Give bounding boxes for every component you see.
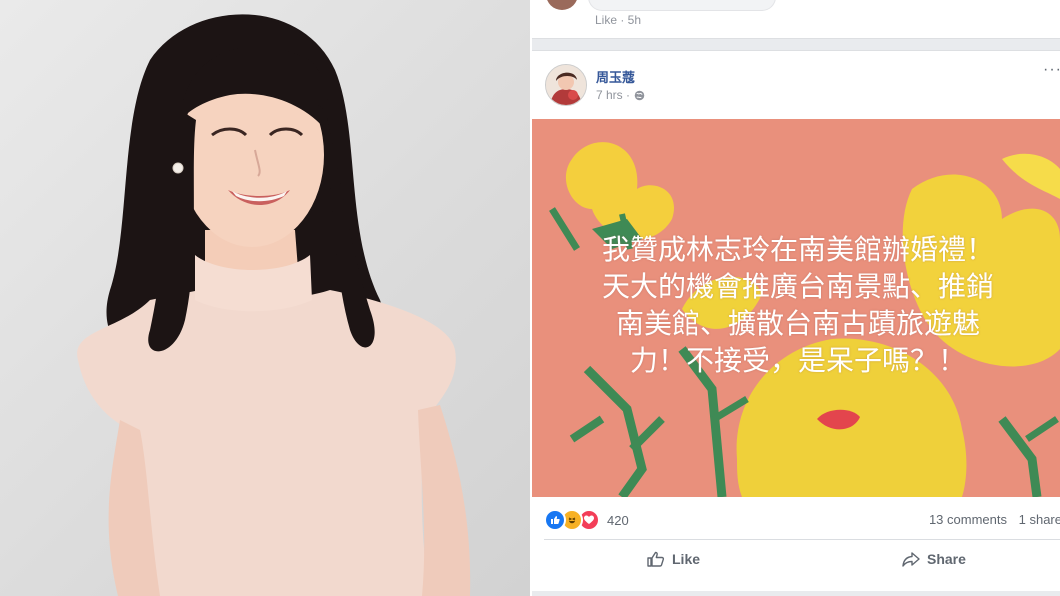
post-text-line: 我贊成林志玲在南美館辦婚禮！ [601, 233, 994, 266]
share-button[interactable]: Share [901, 549, 966, 569]
like-button[interactable]: Like [646, 549, 700, 569]
reaction-count: 420 [607, 512, 629, 528]
previous-comment-card: Like · 5h [532, 0, 1060, 39]
previous-comment-avatar[interactable] [546, 0, 578, 10]
post-stats: 420 13 comments 1 share [532, 497, 1060, 539]
post-actions: Like Share [544, 539, 1060, 582]
globe-icon [634, 90, 645, 100]
like-button-label: Like [672, 551, 701, 567]
post-text-line: 南美館、擴散台南古蹟旅遊魅 [615, 307, 980, 340]
comment-share-counts: 13 comments 1 share [921, 512, 1060, 527]
share-button-label: Share [927, 551, 966, 567]
author-name[interactable]: 周玉蔻 [596, 67, 635, 86]
author-avatar-image [546, 65, 586, 105]
post-timestamp[interactable]: 7 hrs · [596, 88, 645, 102]
post-card: 周玉蔻 7 hrs · ··· [532, 50, 1060, 591]
thumbs-up-icon [647, 551, 665, 567]
share-arrow-icon [902, 552, 920, 567]
previous-comment-bubble [588, 0, 776, 11]
post-time-text[interactable]: 7 hrs · [596, 88, 630, 102]
like-icon [544, 509, 566, 531]
facebook-feed: Like · 5h 周玉蔻 7 hrs · ··· [532, 0, 1060, 596]
post-text-line: 天大的機會推廣台南景點、推銷 [601, 270, 994, 303]
author-avatar[interactable] [545, 64, 587, 106]
previous-comment-meta[interactable]: Like · 5h [595, 13, 641, 27]
post-text: 我贊成林志玲在南美館辦婚禮！ 天大的機會推廣台南景點、推銷 南美館、擴散台南古蹟… [548, 231, 1048, 379]
shares-count-link[interactable]: 1 share [1019, 512, 1060, 527]
post-text-background: 我贊成林志玲在南美館辦婚禮！ 天大的機會推廣台南景點、推銷 南美館、擴散台南古蹟… [532, 119, 1060, 497]
portrait-photo [0, 0, 530, 596]
post-text-line: 力！不接受，是呆子嗎？！ [629, 344, 966, 377]
reactions-summary[interactable]: 420 [544, 509, 629, 531]
more-options-icon[interactable]: ··· [1043, 61, 1060, 79]
comments-count-link[interactable]: 13 comments [929, 512, 1007, 527]
portrait-illustration [77, 14, 471, 596]
